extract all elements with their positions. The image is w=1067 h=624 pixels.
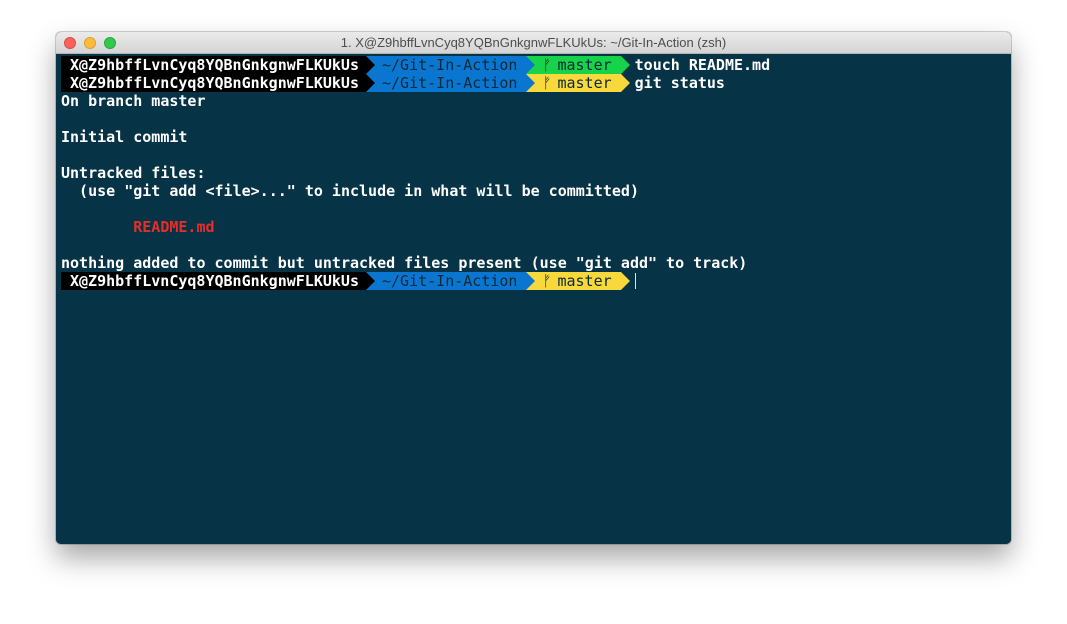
prompt-branch-dirty: ᚠ master <box>526 272 630 290</box>
prompt-branch-text: master <box>557 74 612 92</box>
prompt-user-text: X@Z9hbffLvnCyq8YQBnGnkgnwFLKUkUs <box>70 74 359 92</box>
output-untracked-file: README.md <box>61 218 215 236</box>
prompt-separator-icon <box>526 74 536 92</box>
prompt-directory: ~/Git-In-Action <box>365 56 536 74</box>
prompt-user: X@Z9hbffLvnCyq8YQBnGnkgnwFLKUkUs <box>61 272 375 290</box>
prompt-user-text: X@Z9hbffLvnCyq8YQBnGnkgnwFLKUkUs <box>70 56 359 74</box>
prompt-separator-icon <box>620 56 630 74</box>
prompt-line-2: X@Z9hbffLvnCyq8YQBnGnkgnwFLKUkUs ~/Git-I… <box>61 74 725 92</box>
prompt-user: X@Z9hbffLvnCyq8YQBnGnkgnwFLKUkUs <box>61 74 375 92</box>
output-initial-commit: Initial commit <box>61 128 188 146</box>
output-untracked-header: Untracked files: <box>61 164 206 182</box>
prompt-separator-icon <box>365 56 375 74</box>
git-branch-icon: ᚠ <box>542 56 552 74</box>
prompt-branch-text: master <box>557 272 612 290</box>
title-bar[interactable]: 1. X@Z9hbffLvnCyq8YQBnGnkgnwFLKUkUs: ~/G… <box>56 32 1011 54</box>
output-untracked-hint: (use "git add <file>..." to include in w… <box>61 182 639 200</box>
prompt-branch-clean: ᚠ master <box>526 56 630 74</box>
output-on-branch: On branch master <box>61 92 206 110</box>
prompt-directory-text: ~/Git-In-Action <box>381 74 518 92</box>
prompt-separator-icon <box>620 74 630 92</box>
prompt-directory: ~/Git-In-Action <box>365 272 536 290</box>
prompt-separator-icon <box>526 56 536 74</box>
prompt-user: X@Z9hbffLvnCyq8YQBnGnkgnwFLKUkUs <box>61 56 375 74</box>
text-cursor[interactable] <box>634 273 636 289</box>
prompt-separator-icon <box>365 74 375 92</box>
prompt-user-text: X@Z9hbffLvnCyq8YQBnGnkgnwFLKUkUs <box>70 272 359 290</box>
terminal-window: 1. X@Z9hbffLvnCyq8YQBnGnkgnwFLKUkUs: ~/G… <box>56 32 1011 544</box>
command-text: git status <box>634 74 725 92</box>
git-branch-icon: ᚠ <box>542 272 552 290</box>
window-title: 1. X@Z9hbffLvnCyq8YQBnGnkgnwFLKUkUs: ~/G… <box>340 35 727 50</box>
git-branch-icon: ᚠ <box>542 74 552 92</box>
prompt-separator-icon <box>365 272 375 290</box>
terminal-content[interactable]: X@Z9hbffLvnCyq8YQBnGnkgnwFLKUkUs ~/Git-I… <box>56 54 1011 544</box>
prompt-line-3: X@Z9hbffLvnCyq8YQBnGnkgnwFLKUkUs ~/Git-I… <box>61 272 636 290</box>
prompt-branch-dirty: ᚠ master <box>526 74 630 92</box>
prompt-separator-icon <box>620 272 630 290</box>
prompt-directory-text: ~/Git-In-Action <box>381 56 518 74</box>
prompt-branch-text: master <box>557 56 612 74</box>
command-text: touch README.md <box>634 56 771 74</box>
prompt-line-1: X@Z9hbffLvnCyq8YQBnGnkgnwFLKUkUs ~/Git-I… <box>61 56 770 74</box>
prompt-directory: ~/Git-In-Action <box>365 74 536 92</box>
prompt-separator-icon <box>526 272 536 290</box>
prompt-directory-text: ~/Git-In-Action <box>381 272 518 290</box>
output-status-summary: nothing added to commit but untracked fi… <box>61 254 748 272</box>
